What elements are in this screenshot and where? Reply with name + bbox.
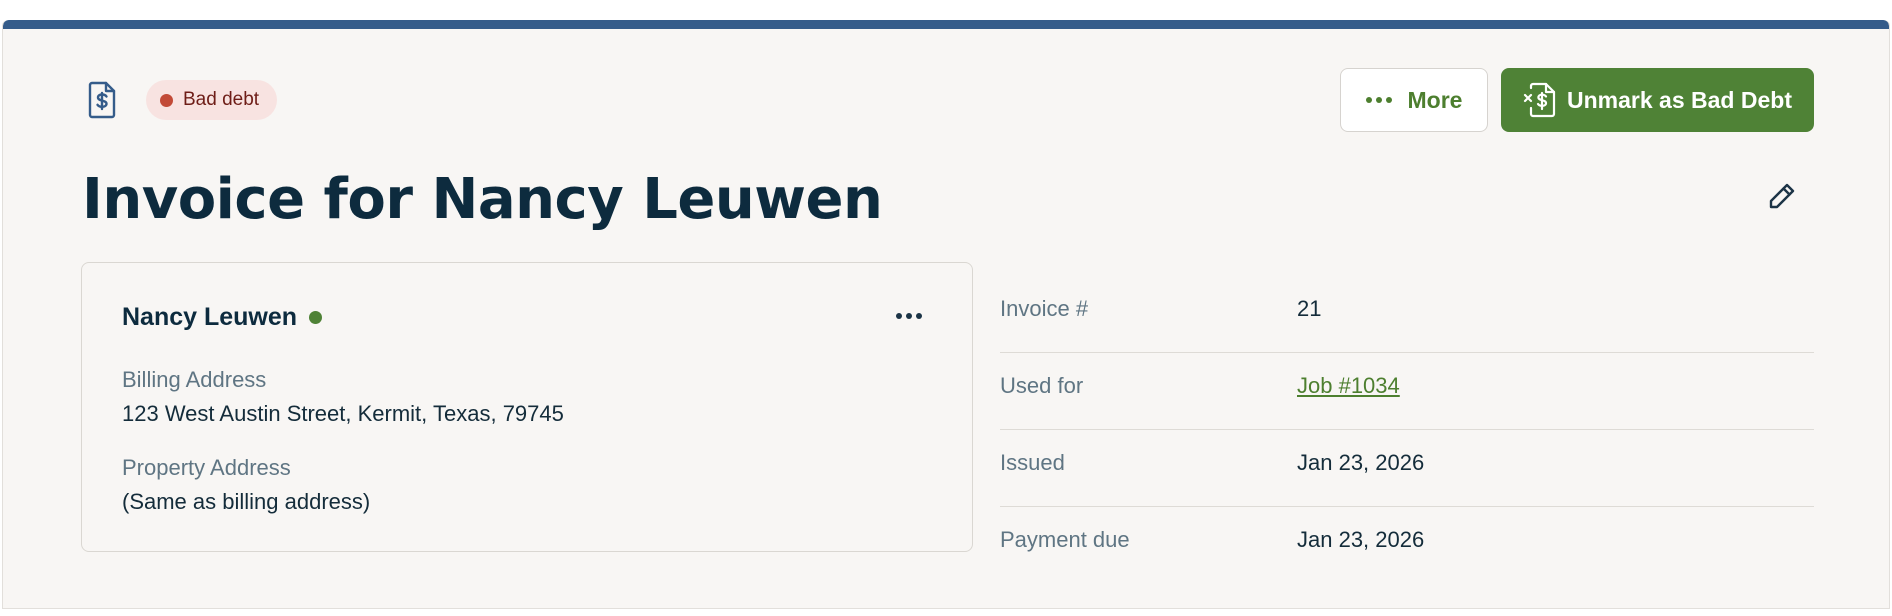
detail-value: 21 (1297, 296, 1322, 321)
billing-address-label: Billing Address (122, 367, 267, 392)
job-link[interactable]: Job #1034 (1297, 373, 1400, 399)
unmark-bad-debt-icon (1523, 82, 1556, 118)
detail-label: Invoice # (1000, 296, 1089, 321)
detail-label: Issued (1000, 450, 1065, 475)
more-dots-icon (1365, 97, 1392, 103)
more-button[interactable]: More (1340, 68, 1488, 132)
invoice-details-list: Invoice # 21 Used for Job #1034 Issued J… (1000, 276, 1814, 584)
billing-address-value: 123 West Austin Street, Kermit, Texas, 7… (122, 401, 564, 426)
detail-row-invoice-number: Invoice # 21 (1000, 276, 1814, 353)
property-address-label: Property Address (122, 455, 291, 480)
client-active-dot (309, 311, 323, 324)
accent-bar (3, 20, 1889, 29)
client-menu-button[interactable] (890, 307, 928, 325)
status-dot (160, 93, 173, 107)
detail-value: Jan 23, 2026 (1297, 450, 1425, 475)
detail-row-payment-due: Payment due Jan 23, 2026 (1000, 507, 1814, 584)
property-address-value: (Same as billing address) (122, 489, 371, 514)
pencil-icon[interactable] (1766, 180, 1798, 212)
detail-row-issued: Issued Jan 23, 2026 (1000, 430, 1814, 507)
client-name-label[interactable]: Nancy Leuwen (122, 303, 297, 332)
detail-label: Payment due (1000, 527, 1130, 552)
client-card: Nancy Leuwen Billing Address 123 West Au… (81, 262, 973, 552)
client-name[interactable]: Nancy Leuwen (122, 303, 323, 332)
unmark-bad-debt-button[interactable]: Unmark as Bad Debt (1501, 68, 1814, 132)
detail-value: Jan 23, 2026 (1297, 527, 1425, 552)
invoice-card: Bad debt More Unmark as Bad Debt Invoice… (2, 20, 1890, 609)
invoice-dollar-icon (87, 81, 117, 119)
page-title: Invoice for Nancy Leuwen (82, 167, 883, 232)
status-badge: Bad debt (146, 80, 278, 120)
detail-row-used-for: Used for Job #1034 (1000, 353, 1814, 430)
unmark-bad-debt-label: Unmark as Bad Debt (1567, 86, 1792, 113)
detail-label: Used for (1000, 373, 1084, 398)
more-button-label: More (1407, 86, 1463, 113)
status-badge-label: Bad debt (183, 89, 260, 110)
